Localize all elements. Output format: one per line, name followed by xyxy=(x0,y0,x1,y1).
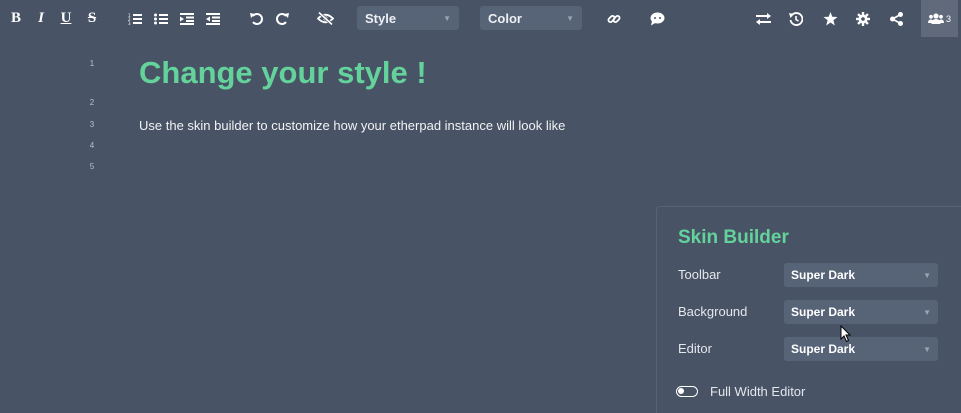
toolbar-skin-label: Toolbar xyxy=(678,267,721,282)
style-select-label: Style xyxy=(365,10,397,26)
chevron-down-icon: ▼ xyxy=(443,13,451,23)
bold-icon[interactable]: B xyxy=(9,0,23,37)
hide-authorship-icon[interactable] xyxy=(316,0,334,37)
line-number: 1 xyxy=(89,59,95,68)
editor-heading[interactable]: Change your style ! xyxy=(139,55,427,91)
undo-icon[interactable] xyxy=(249,0,263,37)
toolbar: B I U S 123 Style ▼ Color ▼ 3 xyxy=(0,0,961,37)
full-width-toggle[interactable] xyxy=(676,386,698,397)
chevron-down-icon: ▼ xyxy=(923,270,931,280)
italic-icon[interactable]: I xyxy=(34,0,48,37)
mouse-cursor-icon xyxy=(840,325,852,343)
gear-icon[interactable] xyxy=(855,0,871,37)
background-skin-value: Super Dark xyxy=(791,305,856,319)
color-select-label: Color xyxy=(488,10,522,26)
indent-icon[interactable] xyxy=(179,0,195,37)
editor-skin-value: Super Dark xyxy=(791,342,856,356)
toolbar-skin-select[interactable]: Super Dark ▼ xyxy=(784,263,938,287)
background-skin-select[interactable]: Super Dark ▼ xyxy=(784,300,938,324)
ordered-list-icon[interactable]: 123 xyxy=(127,0,143,37)
comment-icon[interactable] xyxy=(649,0,665,37)
chevron-down-icon: ▼ xyxy=(923,344,931,354)
toggle-knob xyxy=(678,388,684,394)
redo-icon[interactable] xyxy=(275,0,289,37)
chevron-down-icon: ▼ xyxy=(566,13,574,23)
style-select[interactable]: Style ▼ xyxy=(357,6,459,30)
line-number: 4 xyxy=(89,141,95,150)
toolbar-skin-value: Super Dark xyxy=(791,268,856,282)
star-icon[interactable] xyxy=(822,0,838,37)
timeslider-icon[interactable] xyxy=(788,0,804,37)
background-skin-label: Background xyxy=(678,304,748,319)
line-number: 2 xyxy=(89,98,95,107)
import-export-icon[interactable] xyxy=(755,0,771,37)
full-width-label: Full Width Editor xyxy=(710,384,806,399)
chevron-down-icon: ▼ xyxy=(923,307,931,317)
users-button[interactable]: 3 xyxy=(921,0,958,37)
users-icon xyxy=(927,13,944,24)
link-icon[interactable] xyxy=(606,0,622,37)
underline-icon[interactable]: U xyxy=(59,0,73,37)
svg-text:3: 3 xyxy=(128,21,131,25)
color-select[interactable]: Color ▼ xyxy=(480,6,582,30)
skin-builder-panel: Skin Builder Toolbar Super Dark ▼ Backgr… xyxy=(656,206,961,413)
line-number: 3 xyxy=(89,120,95,129)
line-number: 5 xyxy=(89,162,95,171)
skin-builder-title: Skin Builder xyxy=(678,227,789,248)
strikethrough-icon[interactable]: S xyxy=(85,0,99,37)
outdent-icon[interactable] xyxy=(205,0,221,37)
unordered-list-icon[interactable] xyxy=(153,0,169,37)
users-count: 3 xyxy=(945,13,951,24)
editor-skin-select[interactable]: Super Dark ▼ xyxy=(784,337,938,361)
share-icon[interactable] xyxy=(888,0,904,37)
editor-skin-label: Editor xyxy=(678,341,712,356)
editor-text-line[interactable]: Use the skin builder to customize how yo… xyxy=(139,118,565,133)
